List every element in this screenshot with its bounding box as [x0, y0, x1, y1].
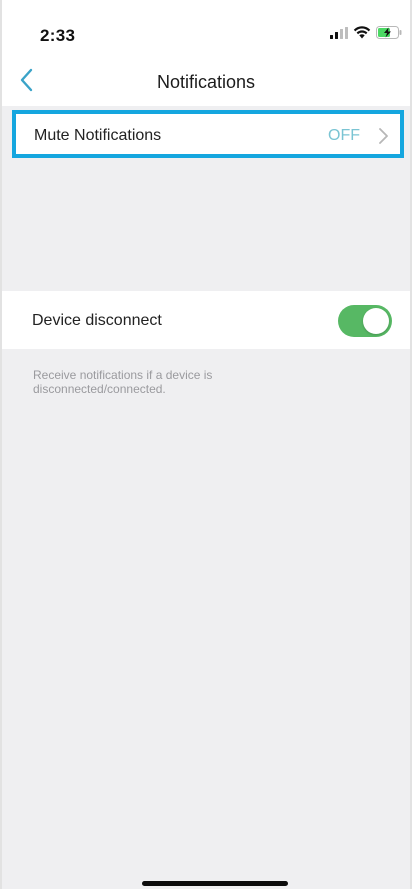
- chevron-right-icon: [376, 127, 390, 145]
- device-disconnect-description: Receive notifications if a device is dis…: [33, 368, 213, 396]
- mute-notifications-row[interactable]: Mute Notifications OFF: [12, 110, 404, 158]
- status-bar: 2:33: [2, 0, 410, 58]
- device-disconnect-row: Device disconnect: [2, 291, 410, 349]
- page-title: Notifications: [156, 72, 256, 92]
- battery-charging-icon: [376, 26, 402, 44]
- toggle-knob: [363, 308, 389, 334]
- app-screen: 2:33 Notifications Mute Notifications OF…: [0, 0, 412, 889]
- device-disconnect-label: Device disconnect: [32, 312, 162, 329]
- mute-notifications-value: OFF: [328, 127, 360, 144]
- status-icons: [330, 26, 402, 44]
- status-time: 2:33: [40, 26, 76, 45]
- cellular-signal-icon: [330, 26, 348, 44]
- wifi-icon: [353, 26, 371, 44]
- navigation-bar: Notifications: [2, 58, 410, 106]
- home-indicator[interactable]: [142, 881, 288, 886]
- header-area: 2:33 Notifications: [2, 0, 410, 106]
- device-disconnect-toggle[interactable]: [338, 305, 392, 337]
- mute-notifications-label: Mute Notifications: [34, 127, 162, 144]
